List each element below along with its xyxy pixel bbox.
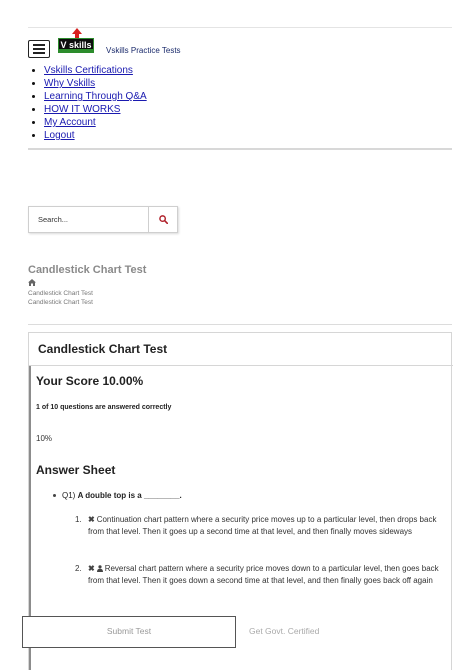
submit-bar: Submit Test — [22, 616, 236, 648]
option-text: Reversal chart pattern where a security … — [88, 564, 439, 585]
answer-option-selected: 2. ✖ Reversal chart pattern where a secur… — [75, 563, 453, 586]
menu-item-certifications: Vskills Certifications — [44, 64, 147, 77]
menu-item-how-it-works: HOW IT WORKS — [44, 103, 147, 116]
question-text: A double top is a ________. — [77, 491, 182, 500]
search-box — [28, 206, 178, 233]
menu-item-learning: Learning Through Q&A — [44, 90, 147, 103]
user-icon — [96, 565, 103, 572]
menu-link-logout[interactable]: Logout — [44, 130, 75, 141]
menu-item-logout: Logout — [44, 129, 147, 142]
navbar: V skills Vskills Practice Tests Vskills … — [28, 28, 452, 150]
menu-link-learning[interactable]: Learning Through Q&A — [44, 91, 147, 102]
home-icon[interactable] — [28, 279, 36, 286]
answer-option: 1. ✖ Continuation chart pattern where a s… — [75, 514, 453, 537]
wrong-mark-icon: ✖ — [88, 515, 95, 524]
answer-sheet-title: Answer Sheet — [36, 463, 116, 477]
vskills-logo[interactable]: V skills — [58, 28, 94, 56]
question-item: Q1) A double top is a ________. — [53, 491, 182, 500]
score-summary: 1 of 10 questions are answered correctly — [36, 404, 172, 411]
hamburger-menu-icon[interactable] — [28, 40, 50, 58]
breadcrumb-item-current: Candlestick Chart Test — [28, 299, 93, 306]
menu-item-my-account: My Account — [44, 116, 147, 129]
get-certified-link[interactable]: Get Govt. Certified — [249, 626, 319, 636]
breadcrumb-item[interactable]: Candlestick Chart Test — [28, 290, 93, 297]
page-title: Candlestick Chart Test — [28, 264, 147, 276]
search-icon — [159, 215, 168, 224]
option-number: 1. — [75, 515, 82, 524]
logo-text: V skills — [58, 38, 94, 50]
card-title: Candlestick Chart Test — [38, 342, 168, 356]
menu-link-why-vskills[interactable]: Why Vskills — [44, 78, 95, 89]
main-menu: Vskills Certifications Why Vskills Learn… — [44, 64, 147, 142]
section-divider — [28, 324, 452, 325]
brand-title[interactable]: Vskills Practice Tests — [106, 46, 181, 55]
option-number: 2. — [75, 564, 82, 573]
search-input[interactable] — [29, 207, 149, 232]
menu-link-certifications[interactable]: Vskills Certifications — [44, 65, 133, 76]
menu-link-how-it-works[interactable]: HOW IT WORKS — [44, 104, 120, 115]
submit-test-button[interactable]: Submit Test — [23, 617, 235, 647]
question-number: Q1) — [62, 491, 76, 500]
option-text: Continuation chart pattern where a secur… — [88, 515, 437, 536]
menu-link-my-account[interactable]: My Account — [44, 117, 96, 128]
wrong-mark-icon: ✖ — [88, 564, 95, 573]
menu-item-why-vskills: Why Vskills — [44, 77, 147, 90]
score-percent: 10% — [36, 434, 53, 443]
score-title: Your Score 10.00% — [36, 374, 144, 388]
search-button[interactable] — [148, 207, 177, 232]
